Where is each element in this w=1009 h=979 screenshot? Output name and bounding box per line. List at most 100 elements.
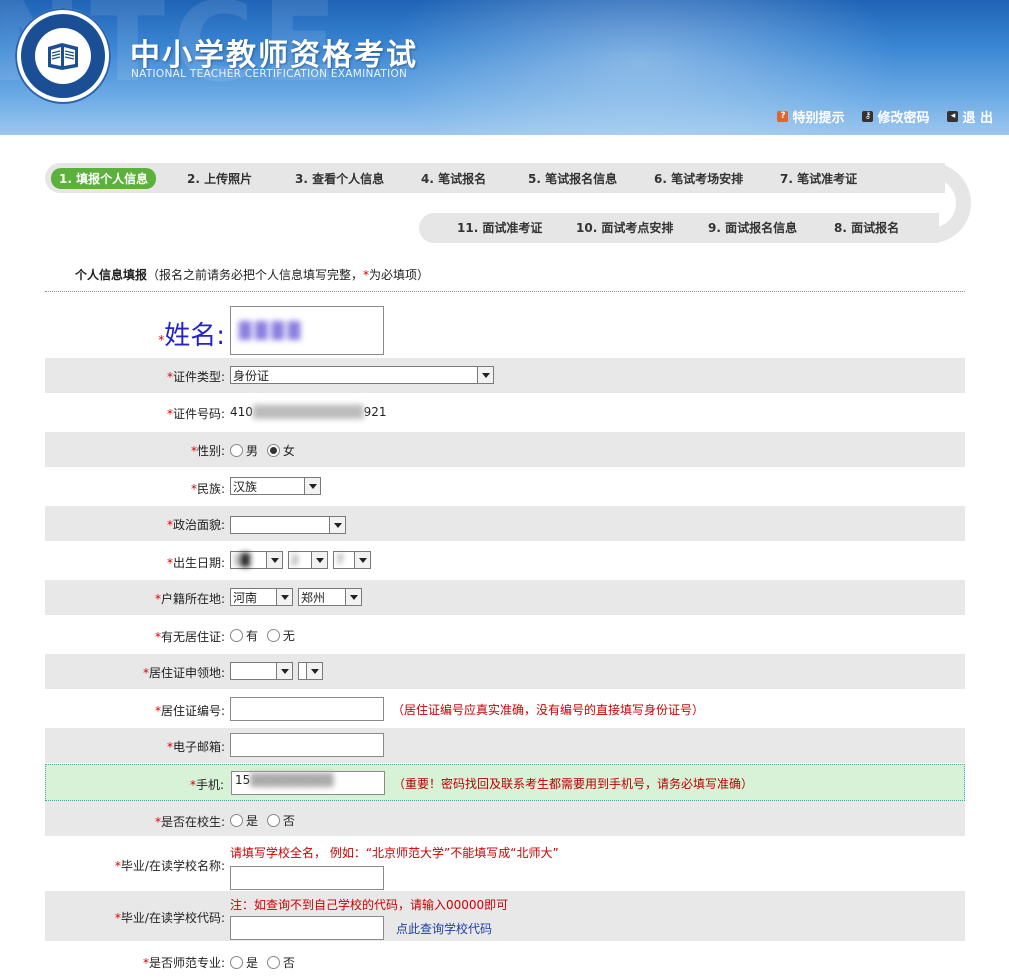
chevron-down-icon [354,552,370,568]
hukou-province-select[interactable]: 河南 [230,588,293,606]
name-label: *姓名: [158,321,225,351]
school-code-input[interactable] [230,916,384,940]
key-icon: ⚷ [862,111,874,122]
row-birthdate: *出生日期: 1█ 2 7 [45,542,965,580]
chevron-down-icon [276,589,292,605]
permit-number-input[interactable] [230,697,384,721]
normal-major-yes-radio[interactable] [230,956,243,969]
political-label: *政治面貌: [166,518,225,532]
political-select[interactable] [230,516,346,534]
step-8-interview-signup[interactable]: 8. 面试报名 [834,219,899,236]
row-name: *姓名: ████ [45,303,965,359]
section-divider [45,291,965,292]
change-password-link[interactable]: ⚷ 修改密码 [862,107,929,126]
phone-hint: （重要！密码找回及联系考生都需要用到手机号，请务必填写准确） [393,776,754,791]
ethnicity-select[interactable]: 汉族 [230,477,321,495]
step-9-interview-signup-info[interactable]: 9. 面试报名信息 [708,219,797,236]
help-icon: ? [777,111,789,122]
school-name-control: 请填写学校全名， 例如：“北京师范大学”不能填写成“北师大” [230,844,559,890]
step-4-written-signup[interactable]: 4. 笔试报名 [421,170,486,187]
permit-number-hint: （居住证编号应真实准确，没有编号的直接填写身份证号） [392,702,705,717]
hukou-city-select[interactable]: 郑州 [298,588,362,606]
permit-number-control: （居住证编号应真实准确，没有编号的直接填写身份证号） [230,697,704,721]
top-links: ? 特别提示 ⚷ 修改密码 ◂ 退 出 [777,107,993,126]
normal-major-no-radio[interactable] [266,956,280,969]
school-name-hint: 请填写学校全名， 例如：“北京师范大学”不能填写成“北师大” [230,846,559,860]
id-type-label: *证件类型: [166,370,225,384]
exit-icon: ◂ [947,111,959,122]
in-school-no-radio[interactable] [266,814,280,827]
birthdate-label: *出生日期: [166,556,225,570]
permit-place-label: *居住证申领地: [142,666,225,680]
step-6-written-room[interactable]: 6. 笔试考场安排 [654,170,743,187]
chevron-down-icon [304,478,320,494]
permit-place-selects [230,662,323,680]
row-in-school: *是否在校生: 是 否 [45,801,965,836]
row-school-code: *毕业/在读学校代码: 注：如查询不到自己学校的代码，请输入00000即可 点此… [45,891,965,941]
step-11-interview-admission[interactable]: 11. 面试准考证 [457,219,542,236]
permit-province-select[interactable] [230,662,293,680]
id-number-label: *证件号码: [166,407,225,421]
chevron-down-icon [477,367,493,383]
row-permit-number: *居住证编号: （居住证编号应真实准确，没有编号的直接填写身份证号） [45,690,965,728]
progress-steps: 1. 填报个人信息 2. 上传照片 3. 查看个人信息 4. 笔试报名 5. 笔… [45,163,971,243]
id-number-value: 410████████████921 [230,405,387,419]
in-school-label: *是否在校生: [154,815,225,829]
birth-year-select[interactable]: 1█ [230,551,283,569]
name-input[interactable]: ████ [230,306,384,355]
birth-day-select[interactable]: 7 [333,551,371,569]
chevron-down-icon [276,663,292,679]
row-gender: *性别: 男 女 [45,432,965,467]
chevron-down-icon [345,589,361,605]
logout-link[interactable]: ◂ 退 出 [947,107,993,126]
school-code-label: *毕业/在读学校代码: [114,911,225,925]
site-subtitle: NATIONAL TEACHER CERTIFICATION EXAMINATI… [131,68,408,80]
row-hukou: *户籍所在地: 河南 郑州 [45,580,965,615]
permit-no-radio[interactable] [266,629,280,642]
step-10-interview-site[interactable]: 10. 面试考点安排 [576,219,673,236]
row-normal-major: *是否师范专业: 是 否 [45,943,965,979]
gender-female-radio[interactable] [266,444,280,457]
hukou-label: *户籍所在地: [154,592,225,606]
step-5-written-signup-info[interactable]: 5. 笔试报名信息 [528,170,617,187]
hukou-selects: 河南 郑州 [230,588,362,606]
school-name-label: *毕业/在读学校名称: [114,859,225,873]
row-residence-permit: *有无居住证: 有 无 [45,616,965,654]
phone-label: *手机: [189,778,224,792]
step-7-written-admission[interactable]: 7. 笔试准考证 [780,170,857,187]
section-heading: 个人信息填报（报名之前请务必把个人信息填写完整，*为必填项） [75,268,430,282]
step-3-view-info[interactable]: 3. 查看个人信息 [295,170,384,187]
email-label: *电子邮箱: [166,740,225,754]
school-name-input[interactable] [230,866,384,890]
row-ethnicity: *民族: 汉族 [45,468,965,506]
gender-male-radio[interactable] [230,444,243,457]
step-2-upload-photo[interactable]: 2. 上传照片 [187,170,252,187]
row-id-number: *证件号码: 410████████████921 [45,393,965,431]
row-permit-place: *居住证申领地: [45,654,965,689]
in-school-yes-radio[interactable] [230,814,243,827]
gender-radios: 男 女 [230,442,295,459]
in-school-radios: 是 否 [230,812,295,829]
residence-permit-label: *有无居住证: [154,630,225,644]
birth-month-select[interactable]: 2 [288,551,328,569]
school-code-control: 注：如查询不到自己学校的代码，请输入00000即可 点此查询学校代码 [230,896,508,940]
permit-yes-radio[interactable] [230,629,243,642]
chevron-down-icon [329,517,345,533]
step-1-personal-info[interactable]: 1. 填报个人信息 [51,168,157,189]
ethnicity-label: *民族: [190,482,225,496]
gender-label: *性别: [190,444,225,458]
chevron-down-icon [306,663,322,679]
lookup-school-code-link[interactable]: 点此查询学校代码 [396,920,492,937]
phone-control: 15█████████ （重要！密码找回及联系考生都需要用到手机号，请务必填写准… [231,771,753,795]
main-content: 1. 填报个人信息 2. 上传照片 3. 查看个人信息 4. 笔试报名 5. 笔… [5,135,1003,976]
normal-major-label: *是否师范专业: [142,956,225,970]
permit-city-select[interactable] [298,662,323,680]
email-input[interactable] [230,733,384,757]
phone-input[interactable]: 15█████████ [231,771,385,795]
id-type-select[interactable]: 身份证 [230,366,494,384]
special-notice-link[interactable]: ? 特别提示 [777,107,844,126]
row-phone: *手机: 15█████████ （重要！密码找回及联系考生都需要用到手机号，请… [45,764,965,801]
book-icon [48,43,78,70]
birthdate-selects: 1█ 2 7 [230,551,371,569]
row-political: *政治面貌: [45,506,965,541]
